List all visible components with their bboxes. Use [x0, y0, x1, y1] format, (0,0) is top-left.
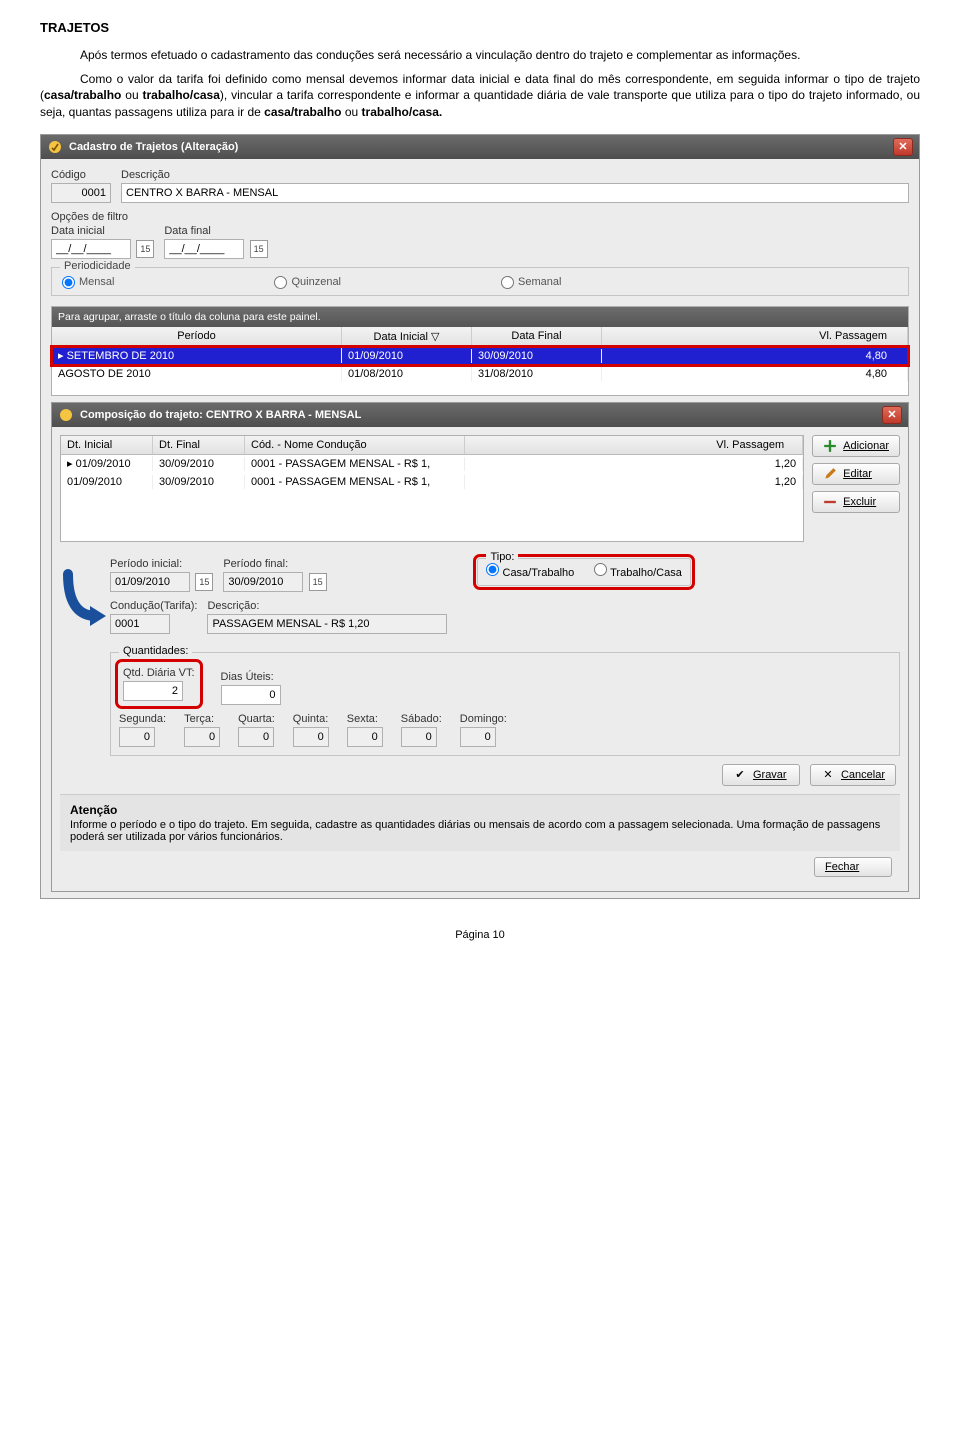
cancelar-button[interactable]: ✕Cancelar	[810, 764, 896, 786]
table-row[interactable]: AGOSTO DE 2010 01/08/2010 31/08/2010 4,8…	[52, 365, 908, 383]
intro-paragraph-1: Após termos efetuado o cadastramento das…	[40, 47, 920, 63]
minus-icon	[823, 495, 837, 509]
calendar-icon[interactable]: 15	[250, 240, 268, 258]
app-icon	[58, 407, 74, 423]
col-dt-inicial[interactable]: Dt. Inicial	[61, 436, 153, 454]
col-data-final[interactable]: Data Final	[472, 327, 602, 346]
dias-uteis-label: Dias Úteis:	[221, 671, 281, 683]
calendar-icon[interactable]: 15	[136, 240, 154, 258]
col-vl-passagem[interactable]: Vl. Passagem	[465, 436, 803, 454]
page-heading: TRAJETOS	[40, 20, 920, 35]
conducao-input[interactable]	[110, 614, 170, 634]
col-vl-passagem[interactable]: Vl. Passagem	[602, 327, 908, 346]
dias-uteis-input[interactable]	[221, 685, 281, 705]
descricao-label: Descrição	[121, 169, 909, 181]
qtd-diaria-input[interactable]	[123, 681, 183, 701]
adicionar-button[interactable]: Adicionar	[812, 435, 900, 457]
data-final-input[interactable]	[164, 239, 244, 259]
descricao-input[interactable]	[121, 183, 909, 203]
detail-grid-header: Dt. Inicial Dt. Final Cód. - Nome Conduç…	[61, 436, 803, 455]
periodicidade-group: Periodicidade Mensal Quinzenal Semanal	[51, 267, 909, 296]
close-icon[interactable]: ✕	[882, 406, 902, 424]
filtro-label: Opções de filtro	[51, 211, 909, 223]
sub-window-title: Composição do trajeto: CENTRO X BARRA - …	[80, 409, 361, 421]
periodo-inicial-input[interactable]	[110, 572, 190, 592]
atencao-text: Informe o período e o tipo do trajeto. E…	[70, 819, 890, 843]
col-data-inicial[interactable]: Data Inicial ▽	[342, 327, 472, 346]
x-icon: ✕	[821, 768, 835, 782]
qtd-diaria-label: Qtd. Diária VT:	[123, 667, 195, 679]
dia-quarta	[238, 727, 274, 747]
dia-sexta	[347, 727, 383, 747]
check-icon: ✔	[733, 768, 747, 782]
periodo-inicial-label: Período inicial:	[110, 558, 213, 570]
group-hint-banner: Para agrupar, arraste o título da coluna…	[52, 307, 908, 327]
cadastro-trajetos-window: Cadastro de Trajetos (Alteração) ✕ Códig…	[40, 134, 920, 899]
grid-header: Período Data Inicial ▽ Data Final Vl. Pa…	[52, 327, 908, 347]
atencao-panel: Atenção Informe o período e o tipo do tr…	[60, 794, 900, 851]
close-icon[interactable]: ✕	[893, 138, 913, 156]
composicao-trajeto-window: Composição do trajeto: CENTRO X BARRA - …	[51, 402, 909, 892]
col-periodo[interactable]: Período	[52, 327, 342, 346]
col-cod-conducao[interactable]: Cód. - Nome Condução	[245, 436, 465, 454]
page-number: Página 10	[40, 929, 920, 941]
dia-sabado	[401, 727, 437, 747]
dia-domingo	[460, 727, 496, 747]
table-row[interactable]: ▸ SETEMBRO DE 2010 01/09/2010 30/09/2010…	[52, 347, 908, 365]
periodo-final-label: Período final:	[223, 558, 326, 570]
radio-quinzenal[interactable]: Quinzenal	[274, 276, 341, 289]
tipo-group: Tipo: Casa/Trabalho Trabalho/Casa	[477, 558, 690, 586]
dia-terca	[184, 727, 220, 747]
window-titlebar[interactable]: Cadastro de Trajetos (Alteração) ✕	[41, 135, 919, 159]
pencil-icon	[823, 467, 837, 481]
radio-semanal[interactable]: Semanal	[501, 276, 561, 289]
arrow-annotation	[60, 558, 110, 628]
quantidades-group: Quantidades: Qtd. Diária VT: Dias Úte	[110, 652, 900, 756]
descricao-tarifa-input	[207, 614, 447, 634]
calendar-icon[interactable]: 15	[195, 573, 213, 591]
plus-icon	[823, 439, 837, 453]
composicao-grid[interactable]: Dt. Inicial Dt. Final Cód. - Nome Conduç…	[60, 435, 804, 542]
periodo-final-input[interactable]	[223, 572, 303, 592]
radio-casa-trabalho[interactable]: Casa/Trabalho	[486, 563, 574, 579]
codigo-label: Código	[51, 169, 111, 181]
window-title: Cadastro de Trajetos (Alteração)	[69, 141, 238, 153]
gravar-button[interactable]: ✔Gravar	[722, 764, 800, 786]
data-inicial-label: Data inicial	[51, 225, 154, 237]
app-icon	[47, 139, 63, 155]
table-row[interactable]: 01/09/2010 30/09/2010 0001 - PASSAGEM ME…	[61, 473, 803, 491]
codigo-input	[51, 183, 111, 203]
descricao-tarifa-label: Descrição:	[207, 600, 447, 612]
editar-button[interactable]: Editar	[812, 463, 900, 485]
table-row[interactable]: ▸ 01/09/2010 30/09/2010 0001 - PASSAGEM …	[61, 455, 803, 473]
tipo-label: Tipo:	[486, 551, 518, 563]
dia-quinta	[293, 727, 329, 747]
radio-mensal[interactable]: Mensal	[62, 276, 114, 289]
quantidades-label: Quantidades:	[119, 645, 192, 657]
atencao-title: Atenção	[70, 803, 890, 817]
dia-segunda	[119, 727, 155, 747]
calendar-icon[interactable]: 15	[309, 573, 327, 591]
days-row: Segunda: Terça: Quarta: Quinta: Sexta: S…	[119, 713, 891, 747]
col-dt-final[interactable]: Dt. Final	[153, 436, 245, 454]
sub-window-titlebar[interactable]: Composição do trajeto: CENTRO X BARRA - …	[52, 403, 908, 427]
radio-trabalho-casa[interactable]: Trabalho/Casa	[594, 563, 682, 579]
conducao-label: Condução(Tarifa):	[110, 600, 197, 612]
periodos-grid[interactable]: Para agrupar, arraste o título da coluna…	[51, 306, 909, 396]
periodicidade-label: Periodicidade	[60, 260, 135, 272]
data-final-label: Data final	[164, 225, 267, 237]
excluir-button[interactable]: Excluir	[812, 491, 900, 513]
intro-paragraph-2: Como o valor da tarifa foi definido como…	[40, 71, 920, 120]
fechar-button[interactable]: Fechar	[814, 857, 892, 877]
data-inicial-input[interactable]	[51, 239, 131, 259]
